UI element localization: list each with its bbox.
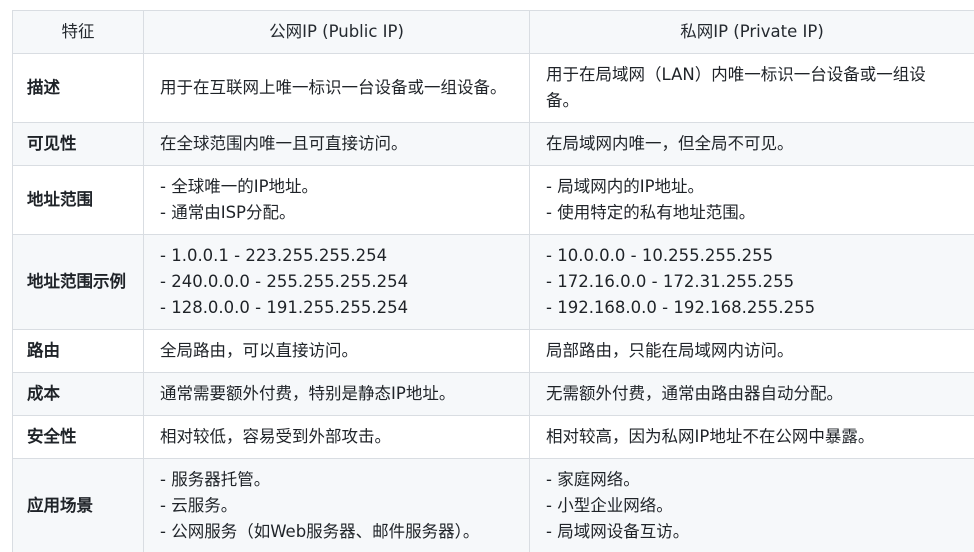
table-row: 安全性 相对较低，容易受到外部攻击。 相对较高，因为私网IP地址不在公网中暴露。 — [12, 415, 974, 459]
feature-cell: 安全性 — [12, 415, 144, 459]
feature-cell: 可见性 — [12, 122, 144, 166]
table-row: 应用场景 - 服务器托管。 - 云服务。 - 公网服务（如Web服务器、邮件服务… — [12, 458, 974, 552]
cell-text: 用于在互联网上唯一标识一台设备或一组设备。 — [160, 78, 507, 97]
public-cell: 在全球范围内唯一且可直接访问。 — [143, 122, 530, 166]
cell-text: 用于在局域网（LAN）内唯一标识一台设备或一组设备。 — [546, 65, 926, 110]
page: 特征 公网IP (Public IP) 私网IP (Private IP) 描述… — [0, 0, 974, 552]
cell-line: - 172.16.0.0 - 172.31.255.255 — [546, 272, 795, 291]
private-cell: - 家庭网络。 - 小型企业网络。 - 局域网设备互访。 — [529, 458, 974, 552]
private-cell: 局部路由，只能在局域网内访问。 — [529, 329, 974, 373]
feature-cell: 成本 — [12, 372, 144, 416]
cell-text: 通常需要额外付费，特别是静态IP地址。 — [160, 384, 456, 403]
cell-text: 相对较高，因为私网IP地址不在公网中暴露。 — [546, 427, 875, 446]
cell-text: 全局路由，可以直接访问。 — [160, 341, 358, 360]
cell-line: - 公网服务（如Web服务器、邮件服务器）。 — [160, 522, 480, 541]
table-header-row: 特征 公网IP (Public IP) 私网IP (Private IP) — [12, 10, 974, 54]
cell-text: 在全球范围内唯一且可直接访问。 — [160, 134, 408, 153]
feature-cell: 应用场景 — [12, 458, 144, 552]
table-row: 地址范围 - 全球唯一的IP地址。 - 通常由ISP分配。 - 局域网内的IP地… — [12, 165, 974, 235]
cell-text: 相对较低，容易受到外部攻击。 — [160, 427, 391, 446]
cell-text: 局部路由，只能在局域网内访问。 — [546, 341, 794, 360]
cell-line: - 云服务。 — [160, 496, 238, 515]
private-cell: 相对较高，因为私网IP地址不在公网中暴露。 — [529, 415, 974, 459]
public-cell: 相对较低，容易受到外部攻击。 — [143, 415, 530, 459]
cell-line: - 1.0.0.1 - 223.255.255.254 — [160, 246, 388, 265]
cell-line: - 服务器托管。 — [160, 470, 271, 489]
public-cell: - 全球唯一的IP地址。 - 通常由ISP分配。 — [143, 165, 530, 235]
cell-line: - 通常由ISP分配。 — [160, 203, 296, 222]
cell-line: - 192.168.0.0 - 192.168.255.255 — [546, 298, 816, 317]
cell-line: - 小型企业网络。 — [546, 496, 673, 515]
cell-line: - 全球唯一的IP地址。 — [160, 177, 319, 196]
private-cell: 在局域网内唯一，但全局不可见。 — [529, 122, 974, 166]
table-row: 地址范围示例 - 1.0.0.1 - 223.255.255.254 - 240… — [12, 234, 974, 330]
private-cell: - 10.0.0.0 - 10.255.255.255 - 172.16.0.0… — [529, 234, 974, 330]
public-cell: 通常需要额外付费，特别是静态IP地址。 — [143, 372, 530, 416]
private-cell: 无需额外付费，通常由路由器自动分配。 — [529, 372, 974, 416]
private-cell: - 局域网内的IP地址。 - 使用特定的私有地址范围。 — [529, 165, 974, 235]
public-cell: - 服务器托管。 - 云服务。 - 公网服务（如Web服务器、邮件服务器）。 — [143, 458, 530, 552]
feature-cell: 描述 — [12, 53, 144, 123]
cell-line: - 局域网内的IP地址。 — [546, 177, 705, 196]
cell-line: - 局域网设备互访。 — [546, 522, 690, 541]
header-public-ip: 公网IP (Public IP) — [143, 10, 530, 54]
cell-line: - 使用特定的私有地址范围。 — [546, 203, 756, 222]
header-feature: 特征 — [12, 10, 144, 54]
cell-text: 在局域网内唯一，但全局不可见。 — [546, 134, 794, 153]
table-row: 路由 全局路由，可以直接访问。 局部路由，只能在局域网内访问。 — [12, 329, 974, 373]
feature-cell: 地址范围 — [12, 165, 144, 235]
cell-line: - 10.0.0.0 - 10.255.255.255 — [546, 246, 774, 265]
cell-line: - 家庭网络。 — [546, 470, 640, 489]
table-row: 可见性 在全球范围内唯一且可直接访问。 在局域网内唯一，但全局不可见。 — [12, 122, 974, 166]
cell-text: 无需额外付费，通常由路由器自动分配。 — [546, 384, 843, 403]
table-row: 描述 用于在互联网上唯一标识一台设备或一组设备。 用于在局域网（LAN）内唯一标… — [12, 53, 974, 123]
public-cell: - 1.0.0.1 - 223.255.255.254 - 240.0.0.0 … — [143, 234, 530, 330]
private-cell: 用于在局域网（LAN）内唯一标识一台设备或一组设备。 — [529, 53, 974, 123]
public-cell: 全局路由，可以直接访问。 — [143, 329, 530, 373]
feature-cell: 地址范围示例 — [12, 234, 144, 330]
table-row: 成本 通常需要额外付费，特别是静态IP地址。 无需额外付费，通常由路由器自动分配… — [12, 372, 974, 416]
header-private-ip: 私网IP (Private IP) — [529, 10, 974, 54]
feature-cell: 路由 — [12, 329, 144, 373]
public-cell: 用于在互联网上唯一标识一台设备或一组设备。 — [143, 53, 530, 123]
cell-line: - 240.0.0.0 - 255.255.255.254 — [160, 272, 409, 291]
comparison-table: 特征 公网IP (Public IP) 私网IP (Private IP) 描述… — [12, 10, 974, 552]
cell-line: - 128.0.0.0 - 191.255.255.254 — [160, 298, 409, 317]
